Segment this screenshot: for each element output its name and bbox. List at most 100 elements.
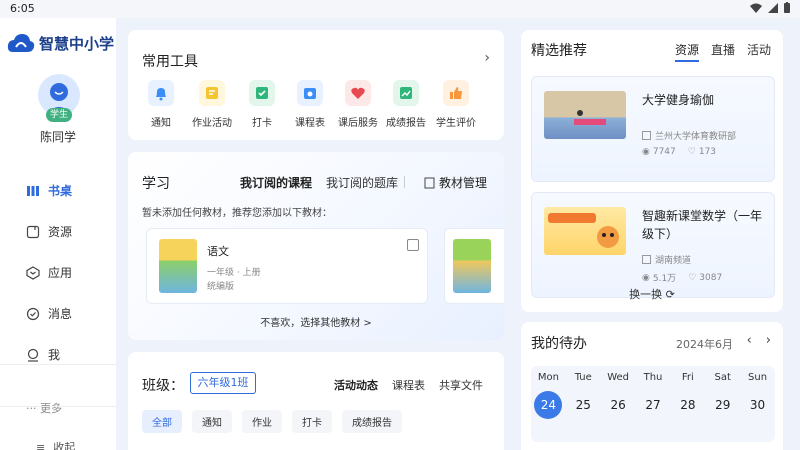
textbook-grade: 一年级 · 上册 — [207, 268, 261, 278]
day-number: 27 — [645, 398, 661, 412]
todo-card: 我的待办 2024年6月 ‹ › Mon 24 Tue 25 Wed 26 Thu 27… — [521, 322, 783, 450]
sidebar: 智慧中小学 学生 陈同学 书桌 资源 应用 消息 我 ··· 更多 ≡ 收起 — [0, 18, 116, 450]
textbook-cover — [159, 239, 197, 293]
day-name: Sun — [748, 372, 768, 383]
featured-item-title: 大学健身瑜伽 — [642, 93, 715, 107]
wifi-icon — [750, 3, 762, 13]
textbook-name: 语文 — [207, 245, 229, 258]
chip-all[interactable]: 全部 — [142, 410, 182, 433]
app-name: 智慧中小学 — [39, 34, 115, 53]
textbook-checkbox[interactable] — [407, 239, 419, 251]
sidebar-item-label: 我 — [48, 348, 61, 362]
calendar-day[interactable]: Mon 24 — [531, 366, 566, 442]
tool-label: 课程表 — [295, 118, 325, 129]
book-icon — [424, 177, 435, 188]
chip-checkin[interactable]: 打卡 — [292, 410, 332, 433]
day-name: Tue — [574, 372, 592, 383]
eye-icon: ◉ — [642, 147, 650, 157]
calendar-day[interactable]: Tue 25 — [566, 366, 601, 442]
chevron-right-icon[interactable]: › — [766, 333, 771, 348]
tab-shared-files[interactable]: 共享文件 — [439, 377, 483, 393]
calendar-day[interactable]: Sat 29 — [705, 366, 740, 442]
chip-report[interactable]: 成绩报告 — [342, 410, 402, 433]
day-number: 28 — [680, 398, 696, 412]
app-logo: 智慧中小学 — [7, 32, 114, 54]
username: 陈同学 — [39, 130, 76, 144]
tool-notice[interactable]: 通知 — [136, 80, 186, 129]
featured-item[interactable]: 智趣新课堂数学（一年级下） 湖南频道 ◉ 5.1万 ♡ 3087 — [531, 192, 775, 298]
calendar-day[interactable]: Sun 30 — [740, 366, 775, 442]
textbook-cover — [453, 239, 491, 293]
day-name: Mon — [537, 372, 559, 383]
featured-item-source: 湖南频道 — [655, 256, 692, 266]
collapse-icon: ≡ — [36, 440, 46, 450]
chip-homework[interactable]: 作业 — [242, 410, 282, 433]
tab-subscribed-courses[interactable]: 我订阅的课程 — [240, 174, 312, 191]
sidebar-item-label: 应用 — [48, 266, 73, 280]
featured-thumbnail — [544, 207, 626, 255]
textbook-edition: 统编版 — [207, 282, 235, 292]
tab-activity[interactable]: 活动动态 — [334, 377, 378, 393]
tab-live[interactable]: 直播 — [711, 41, 735, 62]
checkin-icon — [249, 80, 275, 106]
tab-resources[interactable]: 资源 — [674, 41, 699, 62]
study-note: 暂未添加任何教材，推荐您添加以下教材： — [142, 208, 332, 219]
tool-homework[interactable]: 作业活动 — [187, 80, 237, 129]
chevron-right-icon[interactable]: › — [484, 50, 490, 66]
like-icon: ♡ — [688, 272, 697, 283]
featured-item-title: 智趣新课堂数学（一年级下） — [642, 209, 763, 241]
battery-icon — [784, 2, 790, 13]
tool-checkin[interactable]: 打卡 — [237, 80, 287, 129]
textbook-manage-button[interactable]: 教材管理 — [424, 174, 487, 191]
eye-icon: ◉ — [642, 272, 650, 283]
featured-thumbnail — [544, 91, 626, 139]
message-icon — [26, 307, 40, 320]
tab-events[interactable]: 活动 — [747, 41, 771, 62]
calendar-day[interactable]: Wed 26 — [601, 366, 636, 442]
featured-item[interactable]: 大学健身瑜伽 兰州大学体育教研部 ◉ 7747 ♡ 173 — [531, 76, 775, 182]
divider — [0, 406, 116, 407]
more-button[interactable]: ··· 更多 — [26, 400, 62, 416]
sidebar-item-me[interactable]: 我 — [0, 334, 116, 375]
tab-subscribed-questions[interactable]: 我订阅的题库 — [326, 174, 398, 191]
class-title: 班级： — [142, 378, 184, 394]
sidebar-item-apps[interactable]: 应用 — [0, 252, 116, 293]
class-select-button[interactable]: 六年级1班 — [190, 372, 256, 394]
textbook-item[interactable]: 语文 一年级 · 上册 统编版 — [146, 228, 428, 304]
tools-title: 常用工具 — [142, 54, 198, 70]
tool-evaluation[interactable]: 学生评价 — [431, 80, 481, 129]
tool-report[interactable]: 成绩报告 — [381, 80, 431, 129]
divider — [404, 176, 405, 188]
refresh-button[interactable]: 换一换 ⟳ — [521, 286, 783, 302]
week-calendar: Mon 24 Tue 25 Wed 26 Thu 27 Fri 28 Sat 29 Sun 3… — [531, 366, 775, 442]
tab-class-schedule[interactable]: 课程表 — [392, 377, 425, 393]
collapse-button[interactable]: ≡ 收起 — [36, 439, 75, 450]
chip-notice[interactable]: 通知 — [192, 410, 232, 433]
study-tabs: 我订阅的课程 我订阅的题库 — [240, 174, 398, 191]
calendar-day[interactable]: Thu 27 — [636, 366, 671, 442]
cloud-logo-icon — [7, 34, 35, 52]
day-name: Sat — [714, 372, 731, 383]
class-card: 班级： 六年级1班 活动动态 课程表 共享文件 全部 通知 作业 打卡 成绩报告 — [128, 352, 504, 450]
choose-other-textbook-link[interactable]: 不喜欢，选择其他教材 > — [128, 314, 504, 329]
class-tabs: 活动动态 课程表 共享文件 — [334, 377, 483, 393]
sidebar-item-desk[interactable]: 书桌 — [0, 170, 116, 211]
day-number-today: 24 — [534, 391, 563, 419]
thumbs-up-icon — [443, 80, 469, 106]
view-count: 5.1万 — [652, 274, 677, 284]
tool-schedule[interactable]: 课程表 — [285, 80, 335, 129]
study-card: 学习 我订阅的课程 我订阅的题库 教材管理 暂未添加任何教材，推荐您添加以下教材… — [128, 152, 504, 340]
like-icon: ♡ — [687, 147, 696, 157]
calendar-day[interactable]: Fri 28 — [670, 366, 705, 442]
day-number: 26 — [610, 398, 626, 412]
calendar-month: 2024年6月 — [676, 338, 733, 351]
class-filter-chips: 全部 通知 作业 打卡 成绩报告 — [142, 410, 402, 433]
chevron-left-icon[interactable]: ‹ — [747, 333, 752, 348]
sidebar-item-resource[interactable]: 资源 — [0, 211, 116, 252]
tool-after-school[interactable]: 课后服务 — [333, 80, 383, 129]
status-bar: 6:05 — [0, 0, 800, 18]
sidebar-item-messages[interactable]: 消息 — [0, 293, 116, 334]
divider — [0, 364, 116, 365]
tool-label: 成绩报告 — [386, 118, 426, 129]
textbook-item-partial[interactable] — [444, 228, 504, 304]
